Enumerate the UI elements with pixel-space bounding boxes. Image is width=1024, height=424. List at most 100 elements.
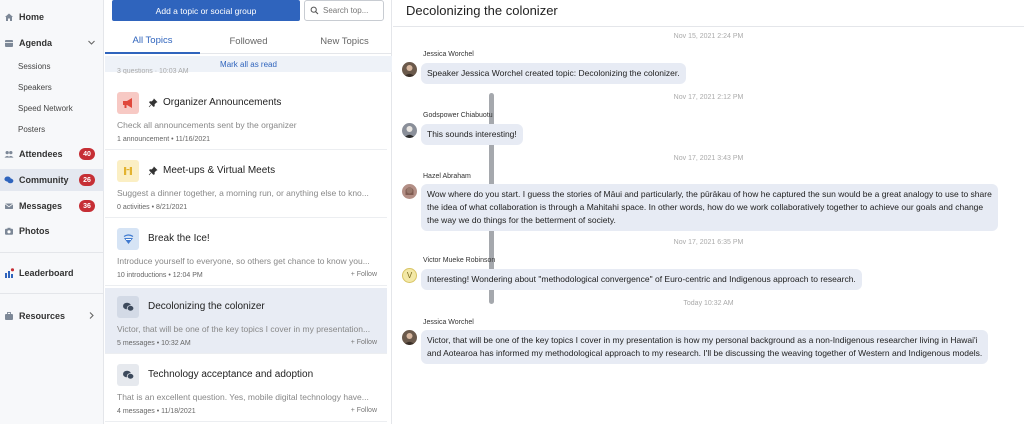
message-author: Jessica Worchel — [423, 319, 474, 326]
tab-followed[interactable]: Followed — [201, 28, 296, 54]
topic-search-input[interactable]: Search top... — [304, 0, 384, 21]
nav-speed-network-label: Speed Network — [18, 103, 73, 113]
nav-photos-label: Photos — [19, 226, 50, 236]
topic-description: Introduce yourself to everyone, so other… — [117, 256, 370, 266]
chat-panel: Decolonizing the colonizer Nov 15, 2021 … — [393, 0, 1024, 424]
home-icon — [4, 12, 14, 22]
follow-label: Follow — [356, 407, 377, 414]
topic-item[interactable]: Decolonizing the colonizer Victor, that … — [105, 288, 387, 354]
chat-bubbles-icon — [117, 364, 139, 386]
topic-item[interactable]: Break the Ice! Introduce yourself to eve… — [105, 220, 387, 286]
topic-meta: 4 messages • 11/18/2021 — [117, 408, 196, 415]
topic-date: 11/16/2021 — [175, 136, 211, 143]
follow-button[interactable]: + Follow — [351, 271, 377, 278]
message-timestamp: Nov 17, 2021 2:12 PM — [673, 94, 744, 101]
message-timestamp: Today 10:32 AM — [683, 300, 734, 307]
nav-photos[interactable]: Photos — [0, 220, 104, 242]
message-text: Interesting! Wondering about "methodolog… — [427, 274, 856, 284]
briefcase-icon — [4, 311, 14, 321]
avatar[interactable]: V — [402, 268, 417, 283]
topic-count: 1 announcement — [117, 136, 170, 143]
chat-bubbles-icon — [117, 296, 139, 318]
nav-home-label: Home — [19, 12, 45, 22]
follow-button[interactable]: + Follow — [351, 339, 377, 346]
camera-icon — [4, 226, 14, 236]
topic-item[interactable]: Technology acceptance and adoption That … — [105, 356, 387, 422]
topic-tabs: All Topics Followed New Topics — [105, 28, 392, 54]
people-icon — [4, 149, 14, 159]
topic-title-text: Meet-ups & Virtual Meets — [163, 165, 276, 176]
message-bubble: Speaker Jessica Worchel created topic: D… — [421, 63, 686, 84]
nav-resources[interactable]: Resources — [0, 305, 104, 327]
nav-sessions[interactable]: Sessions — [0, 55, 104, 77]
message-text: This sounds interesting! — [427, 129, 517, 139]
avatar[interactable] — [402, 62, 417, 77]
follow-label: Follow — [356, 339, 377, 346]
nav-attendees-label: Attendees — [19, 149, 63, 159]
topic-count: 4 messages — [117, 408, 155, 415]
pin-icon — [148, 97, 158, 108]
message-bubble: Interesting! Wondering about "methodolog… — [421, 269, 862, 290]
avatar[interactable] — [402, 330, 417, 345]
topic-list: Organizer Announcements Check all announ… — [105, 84, 392, 424]
message-text: Speaker Jessica Worchel created topic: D… — [427, 68, 680, 78]
chevron-down-icon[interactable] — [87, 38, 96, 49]
nav-posters-label: Posters — [18, 124, 46, 134]
nav-speed-network[interactable]: Speed Network — [0, 97, 104, 119]
add-topic-button[interactable]: Add a topic or social group — [112, 0, 300, 21]
topic-count: 10 introductions — [117, 272, 167, 279]
message-text: the way we do things for the betterment … — [427, 215, 616, 225]
message-author: Godspower Chiabuotu — [423, 112, 493, 119]
topic-meta: 5 messages • 10:32 AM — [117, 340, 191, 347]
nav-speakers[interactable]: Speakers — [0, 76, 104, 98]
nav-home[interactable]: Home — [0, 6, 104, 28]
nav-messages-label: Messages — [19, 201, 63, 211]
message-text: the idea of what collaboration is throug… — [427, 202, 984, 212]
nav-sessions-label: Sessions — [18, 61, 51, 71]
nav-attendees[interactable]: Attendees 40 — [0, 143, 104, 165]
meetup-icon — [117, 160, 139, 182]
calendar-icon — [4, 38, 14, 48]
tab-all-topics[interactable]: All Topics — [105, 28, 200, 54]
tab-new-topics[interactable]: New Topics — [297, 28, 392, 54]
message-text: Victor, that will be one of the key topi… — [427, 335, 978, 345]
nav-resources-label: Resources — [19, 311, 66, 321]
envelope-icon — [4, 201, 14, 211]
follow-label: Follow — [356, 271, 377, 278]
chevron-right-icon[interactable] — [87, 311, 96, 322]
avatar[interactable] — [402, 184, 417, 199]
topic-item[interactable]: Meet-ups & Virtual Meets Suggest a dinne… — [105, 152, 387, 218]
icebreaker-icon — [117, 228, 139, 250]
message-bubble: Wow where do you start. I guess the stor… — [421, 184, 998, 231]
message-bubble: This sounds interesting! — [421, 124, 523, 145]
follow-button[interactable]: + Follow — [351, 407, 377, 414]
nav-agenda[interactable]: Agenda — [0, 32, 104, 54]
nav-agenda-label: Agenda — [19, 38, 53, 48]
topic-title-text: Technology acceptance and adoption — [148, 369, 314, 380]
message-author: Jessica Worchel — [423, 51, 474, 58]
topic-title-text: Break the Ice! — [148, 233, 210, 244]
topic-item[interactable]: Organizer Announcements Check all announ… — [105, 84, 387, 150]
topic-meta: 10 introductions • 12:04 PM — [117, 272, 203, 279]
topics-panel: Add a topic or social group Search top..… — [105, 0, 494, 424]
nav-messages[interactable]: Messages 36 — [0, 195, 104, 217]
nav-community[interactable]: Community 26 — [0, 169, 104, 191]
search-placeholder: Search top... — [323, 6, 369, 15]
topic-title: Organizer Announcements — [148, 97, 281, 108]
topic-description: Check all announcements sent by the orga… — [117, 120, 297, 130]
topic-date: 11/18/2021 — [161, 408, 196, 415]
nav-leaderboard[interactable]: Leaderboard — [0, 262, 104, 284]
message-text: Wow where do you start. I guess the stor… — [427, 189, 992, 199]
message-bubble: Victor, that will be one of the key topi… — [421, 330, 989, 364]
topic-count: 0 activities — [117, 204, 150, 211]
topic-date: 8/21/2021 — [156, 204, 188, 211]
nav-posters[interactable]: Posters — [0, 118, 104, 140]
topic-description: Victor, that will be one of the key topi… — [117, 324, 371, 334]
avatar[interactable] — [402, 123, 417, 138]
nav-divider — [0, 293, 104, 294]
chat-title: Decolonizing the colonizer — [406, 3, 558, 18]
partial-list-item-meta: 3 questions · 10:03 AM — [117, 68, 189, 74]
topic-date: 12:04 PM — [172, 272, 203, 279]
nav-leaderboard-label: Leaderboard — [19, 268, 74, 278]
topic-title: Break the Ice! — [148, 233, 210, 244]
